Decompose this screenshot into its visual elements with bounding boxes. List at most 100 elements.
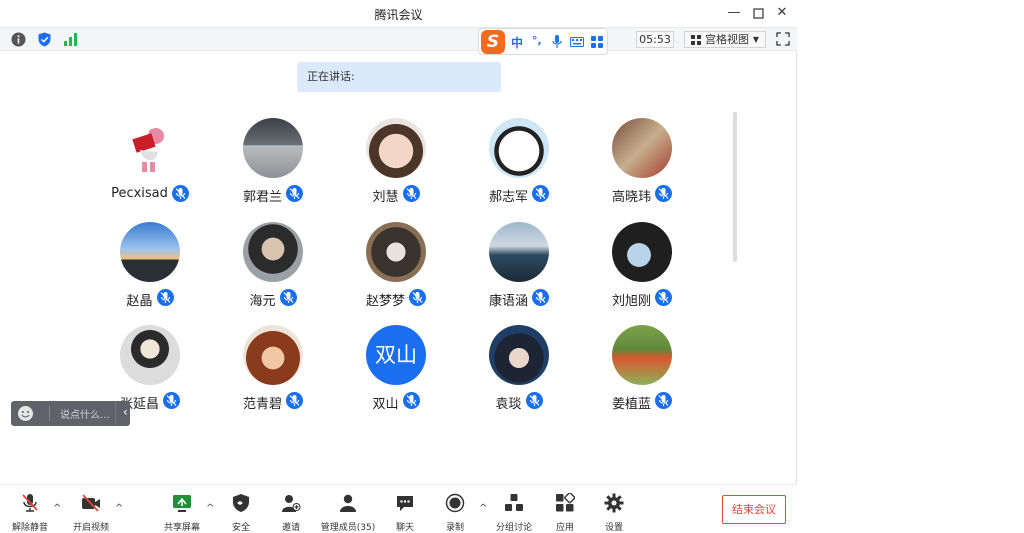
participant-tile[interactable]: 郭君兰	[213, 118, 333, 213]
info-bar: 05:53 宫格视图 ▼	[0, 27, 797, 51]
participant-name: 高晓玮	[611, 190, 651, 205]
participant-tile[interactable]: 康语涵	[459, 222, 579, 317]
participant-name: 双山	[372, 397, 399, 412]
avatar-initials: 双山	[375, 343, 417, 367]
participant-tile[interactable]: 赵梦梦	[336, 222, 456, 317]
divider	[115, 401, 116, 426]
meeting-timer: 05:53	[636, 31, 674, 48]
participant-name: 范青碧	[242, 397, 282, 412]
minimize-icon[interactable]: —	[724, 4, 744, 22]
security-button[interactable]: 安全	[229, 491, 253, 533]
apps-icon	[556, 493, 575, 512]
share-screen-button[interactable]: 共享屏幕	[164, 491, 200, 533]
add-user-icon	[282, 495, 301, 512]
ime-logo-icon[interactable]: S	[481, 30, 505, 54]
participant-avatar	[120, 325, 180, 385]
grid-icon	[691, 35, 701, 45]
ime-toolbox-icon[interactable]	[591, 36, 603, 48]
participant-tile[interactable]: 范青碧	[213, 325, 333, 420]
signal-icon[interactable]	[63, 32, 78, 47]
participant-tile[interactable]: Pecxisad	[90, 118, 210, 213]
chat-placeholder[interactable]: 说点什么...	[60, 406, 110, 421]
share-options-chevron-icon[interactable]: ^	[206, 503, 214, 514]
maximize-icon[interactable]	[748, 4, 768, 22]
participant-name: 刘旭刚	[611, 294, 651, 309]
participant-name: 赵晶	[126, 294, 153, 309]
gear-icon	[604, 493, 624, 513]
mic-status-icon	[525, 392, 543, 409]
ime-punct-toggle[interactable]: °,	[532, 34, 542, 47]
participant-avatar	[120, 118, 180, 178]
divider	[49, 406, 50, 421]
unmute-label: 解除静音	[11, 523, 48, 533]
participant-name: 姜植蓝	[611, 397, 651, 412]
breakout-button[interactable]: 分组讨论	[496, 491, 532, 533]
chat-button[interactable]: 聊天	[393, 491, 417, 533]
close-icon[interactable]: ✕	[772, 4, 792, 22]
participant-tile[interactable]: 双山 双山	[336, 325, 456, 420]
bottom-toolbar: 解除静音 ^ 开启视频 ^ 共享屏幕 ^ 安全 邀请 管理成员(35) 聊天 录…	[0, 484, 797, 533]
end-meeting-button[interactable]: 结束会议	[722, 495, 786, 524]
fullscreen-icon[interactable]	[776, 32, 790, 46]
invite-button[interactable]: 邀请	[279, 491, 303, 533]
video-options-chevron-icon[interactable]: ^	[115, 503, 123, 514]
speaking-banner: 正在讲话:	[297, 62, 501, 92]
participant-tile[interactable]: 刘慧	[336, 118, 456, 213]
manage-members-label: 管理成员(35)	[320, 523, 376, 533]
participant-name: 袁琰	[495, 397, 522, 412]
record-button[interactable]: 录制	[443, 491, 467, 533]
record-options-chevron-icon[interactable]: ^	[479, 503, 487, 514]
mic-status-icon	[286, 185, 303, 202]
participant-tile[interactable]: 海元	[213, 222, 333, 317]
window-title: 腾讯会议	[374, 8, 423, 22]
manage-members-button[interactable]: 管理成员(35)	[321, 491, 375, 533]
camera-off-icon	[82, 494, 100, 512]
view-mode-dropdown[interactable]: 宫格视图 ▼	[684, 31, 766, 48]
participant-name: 赵梦梦	[365, 294, 405, 309]
mic-status-icon	[655, 185, 672, 202]
participant-tile[interactable]: 袁琰	[459, 325, 579, 420]
participant-tile[interactable]: 高晓玮	[582, 118, 702, 213]
participant-avatar	[612, 118, 672, 178]
mic-status-icon	[279, 289, 297, 306]
ime-mode-toggle[interactable]: 中	[511, 34, 523, 51]
info-icon[interactable]	[11, 32, 26, 47]
share-screen-label: 共享屏幕	[163, 523, 200, 533]
audio-options-chevron-icon[interactable]: ^	[53, 503, 61, 514]
mic-muted-icon	[22, 494, 38, 512]
participant-tile[interactable]: 姜植蓝	[582, 325, 702, 420]
mic-status-icon	[156, 289, 174, 306]
mic-status-icon	[655, 289, 672, 306]
start-video-button[interactable]: 开启视频	[73, 491, 109, 533]
record-icon	[445, 493, 465, 513]
share-screen-icon	[173, 495, 191, 512]
participant-avatar	[243, 118, 303, 178]
mic-status-icon	[286, 392, 303, 409]
participant-name: 海元	[249, 294, 276, 309]
ime-voice-icon[interactable]	[552, 35, 562, 49]
settings-label: 设置	[604, 523, 623, 533]
apps-button[interactable]: 应用	[553, 491, 577, 533]
participant-avatar	[243, 222, 303, 282]
settings-button[interactable]: 设置	[602, 491, 626, 533]
participant-avatar	[612, 325, 672, 385]
shield-icon[interactable]	[37, 32, 52, 47]
participant-name: Pecxisad	[111, 186, 168, 201]
participant-tile[interactable]: 赵晶	[90, 222, 210, 317]
chat-quick-input[interactable]: 说点什么... ‹	[11, 401, 130, 426]
ime-toolbar: S 中 °,	[478, 28, 608, 55]
security-shield-icon	[233, 494, 249, 512]
title-bar: 腾讯会议 — ✕	[0, 0, 797, 27]
emoji-icon[interactable]	[18, 406, 33, 421]
start-video-label: 开启视频	[72, 523, 109, 533]
ime-keyboard-icon[interactable]	[570, 37, 584, 47]
grid-scrollbar[interactable]	[733, 112, 737, 262]
participant-tile[interactable]: 刘旭刚	[582, 222, 702, 317]
collapse-arrow-icon[interactable]: ‹	[123, 405, 128, 419]
mic-status-icon	[532, 289, 549, 306]
participant-avatar: 双山	[366, 325, 426, 385]
participant-tile[interactable]: 郝志军	[459, 118, 579, 213]
unmute-button[interactable]: 解除静音	[12, 491, 48, 533]
members-icon	[340, 494, 356, 512]
meeting-window: 腾讯会议 — ✕ 05:53 宫格视图 ▼ S 中 °, 正在讲话: Pecxi…	[0, 0, 797, 533]
